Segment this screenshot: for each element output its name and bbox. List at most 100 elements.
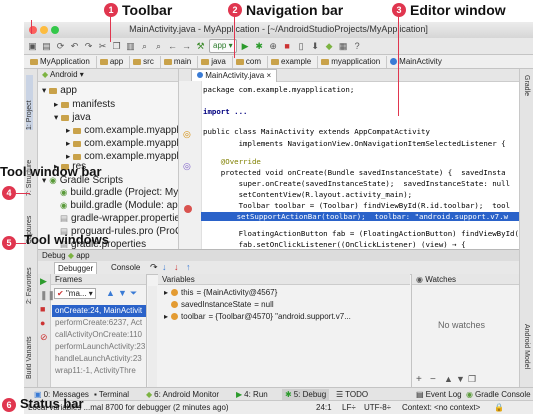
variable-this[interactable]: ▸ this = {MainActivity@4567} — [164, 288, 277, 297]
undo-icon[interactable]: ↶ — [69, 41, 80, 52]
breadcrumb-class[interactable]: MainActivity — [387, 56, 448, 68]
sdk-manager-icon[interactable]: ⬇ — [310, 41, 321, 52]
replace-icon[interactable]: ⌕ — [153, 41, 164, 52]
collapsed-arrow-icon: ▸ — [66, 138, 71, 148]
tree-item-build-gradle-module[interactable]: ◉ build.gradle (Module: app — [60, 200, 178, 211]
code-line: FloatingActionButton fab = (FloatingActi… — [203, 229, 519, 238]
cut-icon[interactable]: ✂ — [97, 41, 108, 52]
tab-debugger[interactable]: Debugger — [54, 262, 98, 274]
tree-item-app[interactable]: ▾ app — [42, 85, 77, 96]
find-icon[interactable]: ⌕ — [139, 41, 150, 52]
copy-icon[interactable]: ❐ — [111, 41, 122, 52]
run-config-select[interactable]: app ▾ — [209, 39, 237, 53]
tab-project[interactable]: 1: Project — [26, 75, 33, 130]
editor-gutter[interactable]: ◎ ◎ — [179, 81, 202, 249]
pause-icon[interactable]: ❚❚ — [40, 290, 55, 301]
stop-icon[interactable]: ■ — [40, 304, 45, 314]
tree-item-manifests[interactable]: ▸ manifests — [54, 99, 115, 110]
tree-item-package[interactable]: ▸ com.example.myappli — [66, 125, 178, 136]
tab-gradle[interactable]: Gradle — [523, 75, 530, 96]
folder-icon — [201, 58, 210, 65]
move-down-icon[interactable]: ▼ — [456, 374, 465, 384]
force-step-into-icon[interactable]: ↓ — [174, 262, 179, 272]
forward-icon[interactable]: → — [181, 41, 192, 52]
resume-icon[interactable]: ▶ — [40, 276, 47, 287]
frame-item[interactable]: wrap11:-1, ActivityThre — [52, 365, 147, 377]
tab-android-monitor[interactable]: ◆ 6: Android Monitor — [146, 389, 219, 400]
status-bar: Local variables ...mal 8700 for debugger… — [24, 400, 533, 414]
step-over-icon[interactable]: ↷ — [150, 262, 158, 273]
paste-icon[interactable]: ▥ — [125, 41, 136, 52]
tab-run[interactable]: ▶ 4: Run — [236, 389, 268, 400]
breadcrumb-com[interactable]: com — [233, 55, 268, 68]
frame-item[interactable]: handleLaunchActivity:23 — [52, 353, 147, 365]
breadcrumb-java[interactable]: java — [198, 55, 233, 68]
tab-favorites[interactable]: 2: Favorites — [26, 259, 33, 304]
frame-item[interactable]: performCreate:6237, Act — [52, 317, 147, 329]
sync-icon[interactable]: ⟳ — [55, 41, 66, 52]
remove-watch-icon[interactable]: − — [430, 374, 436, 385]
tab-terminal[interactable]: ▪ Terminal — [94, 389, 129, 400]
breadcrumb-module[interactable]: app — [97, 55, 131, 68]
line-separator[interactable]: LF÷ — [342, 401, 356, 414]
run-icon[interactable]: ▶ — [240, 41, 251, 52]
tab-event-log[interactable]: ▤ Event Log — [416, 389, 462, 400]
caret-position[interactable]: 24:1 — [316, 401, 332, 414]
down-arrow-icon[interactable]: ▼ — [118, 288, 127, 298]
tree-item-build-gradle-project[interactable]: ◉ build.gradle (Project: My — [60, 187, 178, 198]
editor-window[interactable]: MainActivity.java × ◎ ◎ package com.exam… — [179, 69, 519, 249]
breadcrumb-main[interactable]: main — [161, 55, 199, 68]
variable-toolbar[interactable]: ▸ toolbar = {Toolbar@4570} "android.suppor… — [164, 312, 351, 321]
redo-icon[interactable]: ↷ — [83, 41, 94, 52]
stop-icon[interactable]: ■ — [282, 41, 293, 52]
project-tool-window: ◆ Android ▾ ▾ app ▸ manifests ▾ java ▸ com.e… — [38, 69, 179, 249]
tree-item-gradle-wrapper[interactable]: ▤ gradle-wrapper.properties — [60, 213, 178, 224]
breadcrumb-example[interactable]: example — [268, 55, 319, 68]
filter-icon[interactable]: ⏷ — [130, 288, 137, 299]
variable-savedinstancestate[interactable]: savedInstanceState = null — [171, 300, 274, 309]
frame-item[interactable]: performLaunchActivity:23 — [52, 341, 147, 353]
up-arrow-icon[interactable]: ▲ — [106, 288, 115, 298]
thread-select[interactable]: ✔ "ma... ▾ — [54, 288, 96, 299]
attach-debugger-icon[interactable]: ⊕ — [268, 41, 279, 52]
make-project-icon[interactable]: ⚒ — [195, 41, 206, 52]
file-encoding[interactable]: UTF-8÷ — [364, 401, 391, 414]
gradle-icon: ◉ — [466, 390, 473, 399]
breakpoint-icon[interactable] — [184, 205, 192, 213]
copy-watch-icon[interactable]: ❐ — [468, 374, 476, 385]
context-indicator[interactable]: Context: <no context> — [402, 401, 480, 414]
debug-title-bar: Debug ◆ app — [38, 250, 519, 261]
add-watch-icon[interactable]: + — [416, 374, 422, 385]
tree-item-java[interactable]: ▾ java — [54, 112, 91, 123]
android-device-monitor-icon[interactable]: ◆ — [324, 41, 335, 52]
tree-item-package[interactable]: ▸ com.example.myappli — [66, 138, 178, 149]
tab-android-model[interactable]: Android Model — [523, 324, 530, 369]
breadcrumb-project[interactable]: MyApplication — [27, 55, 97, 68]
tab-console[interactable]: Console — [108, 262, 143, 273]
mute-breakpoints-icon[interactable]: ⊘ — [40, 332, 48, 343]
back-icon[interactable]: ← — [167, 41, 178, 52]
breadcrumb-src[interactable]: src — [130, 55, 161, 68]
debug-tool-window: Debug ◆ app Debugger Console ↷ ↓ ↓ ↑ ▶ ❚… — [38, 249, 519, 388]
tab-debug[interactable]: ✱ 5: Debug — [282, 389, 330, 400]
move-up-icon[interactable]: ▲ — [444, 374, 453, 384]
run-icon: ▶ — [236, 390, 243, 399]
step-out-icon[interactable]: ↑ — [186, 262, 191, 272]
open-folder-icon[interactable]: ▣ — [27, 41, 38, 52]
step-into-icon[interactable]: ↓ — [162, 262, 167, 272]
debug-icon[interactable]: ✱ — [254, 41, 265, 52]
tab-gradle-console[interactable]: ◉ Gradle Console — [466, 389, 531, 400]
view-breakpoints-icon[interactable]: ● — [40, 318, 45, 328]
tab-build-variants[interactable]: Build Variants — [26, 319, 33, 379]
editor-tab-mainactivity[interactable]: MainActivity.java × — [191, 69, 278, 82]
save-icon[interactable]: ▤ — [41, 41, 52, 52]
lock-icon[interactable]: 🔒 — [494, 401, 504, 414]
project-structure-icon[interactable]: ▦ — [338, 41, 349, 52]
help-icon[interactable]: ? — [352, 41, 363, 52]
project-view-selector[interactable]: Android — [50, 70, 78, 79]
tab-todo[interactable]: ☰ TODO — [336, 389, 368, 400]
breadcrumb-package[interactable]: myapplication — [318, 55, 388, 68]
frame-item-selected[interactable]: onCreate:24, MainActivit — [52, 305, 147, 317]
avd-manager-icon[interactable]: ▯ — [296, 41, 307, 52]
frame-item[interactable]: callActivityOnCreate:110 — [52, 329, 147, 341]
